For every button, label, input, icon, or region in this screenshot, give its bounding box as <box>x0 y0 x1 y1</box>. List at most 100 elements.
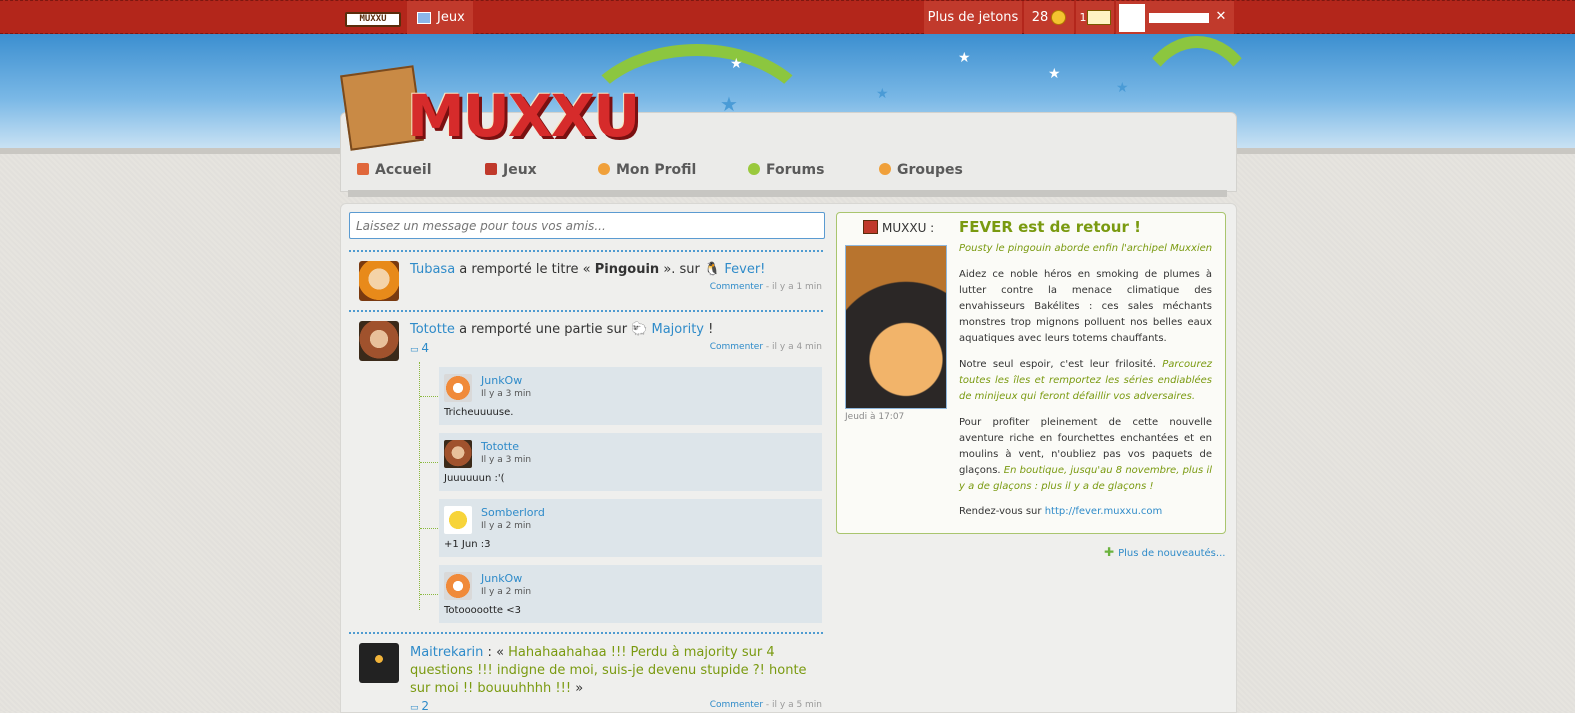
comment-user-link[interactable]: JunkOw <box>481 572 522 585</box>
comment-user-link[interactable]: Somberlord <box>481 506 545 519</box>
comment-time: Il y a 2 min <box>481 587 532 597</box>
news-penguin-image[interactable] <box>845 245 947 409</box>
thread-branch <box>420 396 438 397</box>
comment-link[interactable]: Commenter <box>710 700 763 710</box>
star-icon: ★ <box>1116 80 1129 96</box>
games-icon <box>485 163 497 175</box>
comment-time: Il y a 3 min <box>481 455 532 465</box>
nav-groupes[interactable]: Groupes <box>879 162 963 178</box>
news-source: MUXXU : <box>863 220 934 235</box>
user-menu[interactable]: ✕ <box>1116 1 1234 35</box>
star-icon: ★ <box>958 50 971 66</box>
comment-icon: ▭ <box>410 703 422 713</box>
thread-line <box>419 362 420 610</box>
news-date: Jeudi à 17:07 <box>845 412 905 422</box>
plus-icon: ✚ <box>1104 545 1115 559</box>
nav-jeux[interactable]: Jeux <box>485 162 537 178</box>
comment-count-value: 4 <box>421 341 430 355</box>
more-tokens-button[interactable]: Plus de jetons <box>924 1 1022 35</box>
comment-text: Tricheuuuuse. <box>444 407 514 418</box>
feed-divider <box>349 632 823 634</box>
token-count[interactable]: 28 <box>1024 1 1074 35</box>
comment-link[interactable]: Commenter <box>710 282 763 292</box>
star-icon: ★ <box>876 86 889 102</box>
status-message-input[interactable] <box>349 212 825 239</box>
games-menu-label: Jeux <box>437 10 465 25</box>
more-news-link[interactable]: ✚ Plus de nouveautés... <box>1104 545 1225 559</box>
nav-forums[interactable]: Forums <box>748 162 824 178</box>
comment-user-link[interactable]: JunkOw <box>481 374 522 387</box>
feed-text: a remporté une partie sur <box>454 322 632 337</box>
nav-groupes-label: Groupes <box>897 162 963 178</box>
feed-item-text: Tototte a remporté une partie sur 🐑 Majo… <box>410 321 822 339</box>
feed-item-meta: Commenter - il y a 4 min <box>710 342 822 352</box>
user-avatar[interactable] <box>359 261 399 301</box>
news-text: Rendez-vous sur <box>959 506 1045 517</box>
thread-branch <box>420 594 438 595</box>
comment-link[interactable]: Commenter <box>710 342 763 352</box>
feed-text: : « <box>483 645 509 660</box>
game-link[interactable]: Majority <box>652 322 705 337</box>
comment-time: Il y a 2 min <box>481 521 532 531</box>
games-window-icon <box>417 11 431 24</box>
sheep-icon: 🐑 <box>631 322 652 337</box>
groups-icon <box>879 163 891 175</box>
muxxu-logo: MUXXU <box>345 12 401 27</box>
nav-profil[interactable]: Mon Profil <box>598 162 696 178</box>
nav-accueil[interactable]: Accueil <box>357 162 432 178</box>
forum-icon <box>748 163 760 175</box>
user-link[interactable]: Tubasa <box>410 262 455 277</box>
comment-avatar[interactable] <box>444 440 472 468</box>
comment-text: Totoooootte <3 <box>444 605 521 616</box>
home-icon <box>357 163 369 175</box>
comment-count[interactable]: ▭ 4 <box>410 341 429 355</box>
user-avatar[interactable] <box>359 643 399 683</box>
timestamp: - il y a 4 min <box>763 342 822 352</box>
user-avatar[interactable] <box>1119 4 1145 32</box>
fever-link[interactable]: http://fever.muxxu.com <box>1045 506 1163 517</box>
news-text: Notre seul espoir, c'est leur frilosité. <box>959 359 1163 370</box>
feed-divider <box>349 310 823 312</box>
title-name: Pingouin <box>594 262 660 277</box>
user-name-redacted <box>1149 13 1209 23</box>
comment-item: JunkOw Il y a 2 min Totoooootte <3 <box>439 565 822 623</box>
feed-item-text: Maitrekarin : « Hahahaahahaa !!! Perdu à… <box>410 644 822 698</box>
comment-user-link[interactable]: Tototte <box>481 440 519 453</box>
feed-text: a remporté le titre « <box>455 262 595 277</box>
feed-item-meta: Commenter - il y a 1 min <box>710 282 822 292</box>
mail-button[interactable]: 1 <box>1076 1 1114 35</box>
comment-text: Juuuuuun :'( <box>444 473 505 484</box>
comment-avatar[interactable] <box>444 572 472 600</box>
coin-icon <box>1051 10 1067 25</box>
comment-avatar[interactable] <box>444 506 472 534</box>
news-paragraph: Aidez ce noble héros en smoking de plume… <box>959 269 1212 344</box>
comment-icon: ▭ <box>410 345 422 355</box>
logout-icon[interactable]: ✕ <box>1215 10 1227 23</box>
comment-avatar[interactable] <box>444 374 472 402</box>
news-paragraph: Pour profiter pleinement de cette nouvel… <box>959 415 1212 495</box>
timestamp: - il y a 5 min <box>763 700 822 710</box>
site-logo[interactable]: MUXXU <box>340 36 815 151</box>
mail-icon <box>1086 10 1111 25</box>
games-menu-button[interactable]: Jeux <box>407 1 473 35</box>
comment-text: +1 Jun :3 <box>444 539 491 550</box>
comment-item: Somberlord Il y a 2 min +1 Jun :3 <box>439 499 822 557</box>
feed-item-meta: Commenter - il y a 5 min <box>710 700 822 710</box>
user-link[interactable]: Maitrekarin <box>410 645 483 660</box>
nav-jeux-label: Jeux <box>503 162 537 178</box>
thread-branch <box>420 462 438 463</box>
game-link[interactable]: Fever! <box>724 262 765 277</box>
user-avatar[interactable] <box>359 321 399 361</box>
comment-time: Il y a 3 min <box>481 389 532 399</box>
user-link[interactable]: Tototte <box>410 322 455 337</box>
nav-profil-label: Mon Profil <box>616 162 697 178</box>
star-icon: ★ <box>1048 66 1061 82</box>
feed-text: ». sur <box>659 262 705 277</box>
muxxu-logo-button[interactable]: MUXXU <box>345 1 403 35</box>
feed-text: » <box>571 681 584 696</box>
top-bar: MUXXU Jeux Plus de jetons 28 1 ✕ <box>0 0 1575 35</box>
news-paragraph: Rendez-vous sur http://fever.muxxu.com <box>959 504 1212 520</box>
nav-accueil-label: Accueil <box>375 162 432 178</box>
news-paragraph: Notre seul espoir, c'est leur frilosité.… <box>959 357 1212 405</box>
profile-icon <box>598 163 610 175</box>
